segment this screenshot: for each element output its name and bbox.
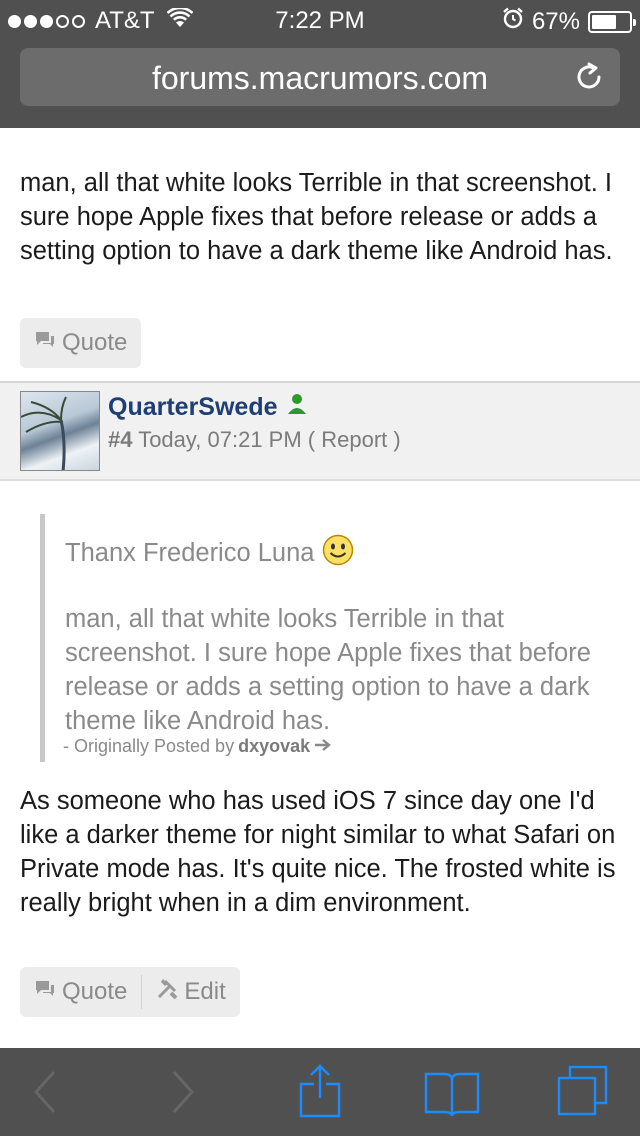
reload-icon[interactable] <box>572 60 606 94</box>
quote-button-label: Quote <box>62 329 128 356</box>
quote-button[interactable]: Quote <box>20 967 141 1017</box>
speech-bubble-icon <box>34 329 56 357</box>
edit-button[interactable]: Edit <box>141 975 239 1009</box>
post-number[interactable]: #4 <box>108 427 132 452</box>
status-right: 67% <box>502 7 636 36</box>
avatar[interactable] <box>20 391 100 471</box>
forward-icon[interactable] <box>168 1068 198 1121</box>
previous-post-actions: Quote <box>20 318 142 368</box>
quote-greeting: Thanx Frederico Luna <box>65 539 315 568</box>
post-header: QuarterSwede #4 Today, 07:21 PM ( Report… <box>0 381 640 481</box>
quote-button-label: Quote <box>62 978 128 1005</box>
attribution-prefix: - Originally Posted by <box>63 736 235 756</box>
quote-body: man, all that white looks Terrible in th… <box>65 605 591 735</box>
username-text[interactable]: QuarterSwede <box>108 393 278 422</box>
back-icon[interactable] <box>30 1068 60 1121</box>
quote-attribution: - Originally Posted by dxyovak <box>63 736 332 757</box>
share-icon[interactable] <box>298 1064 342 1123</box>
url-text[interactable]: forums.macrumors.com <box>20 60 620 97</box>
tabs-icon[interactable] <box>556 1064 610 1123</box>
smiley-icon <box>322 534 354 575</box>
tools-icon <box>156 978 178 1007</box>
alarm-icon <box>502 7 524 36</box>
address-bar[interactable]: forums.macrumors.com <box>20 48 620 106</box>
forum-thread: man, all that white looks Terrible in th… <box>0 128 640 1048</box>
arrow-right-icon[interactable] <box>314 736 332 757</box>
previous-post-text: man, all that white looks Terrible in th… <box>20 169 613 265</box>
battery-icon <box>588 10 636 33</box>
post-timestamp: Today, 07:21 PM <box>132 427 302 452</box>
quote-greeting-line: Thanx Frederico Luna <box>65 534 625 575</box>
post-meta: #4 Today, 07:21 PM ( Report ) <box>108 427 401 453</box>
post-username[interactable]: QuarterSwede <box>108 393 308 422</box>
status-bar: AT&T 7:22 PM 67% <box>0 0 640 40</box>
quote-block: Thanx Frederico Luna man, all that white… <box>40 514 630 762</box>
browser-toolbar <box>0 1048 640 1136</box>
edit-button-label: Edit <box>184 978 226 1005</box>
bookmarks-icon[interactable] <box>424 1070 480 1121</box>
browser-chrome: AT&T 7:22 PM 67% forums.macrumors.com <box>0 0 640 128</box>
post-text: As someone who has used iOS 7 since day … <box>20 787 616 917</box>
post-actions: Quote Edit <box>20 967 240 1017</box>
attribution-user[interactable]: dxyovak <box>238 736 310 757</box>
quote-button[interactable]: Quote <box>20 318 141 368</box>
online-user-icon <box>286 393 308 422</box>
report-link[interactable]: ( Report ) <box>308 427 401 452</box>
battery-percent: 67% <box>531 7 580 35</box>
speech-bubble-icon <box>34 978 56 1006</box>
